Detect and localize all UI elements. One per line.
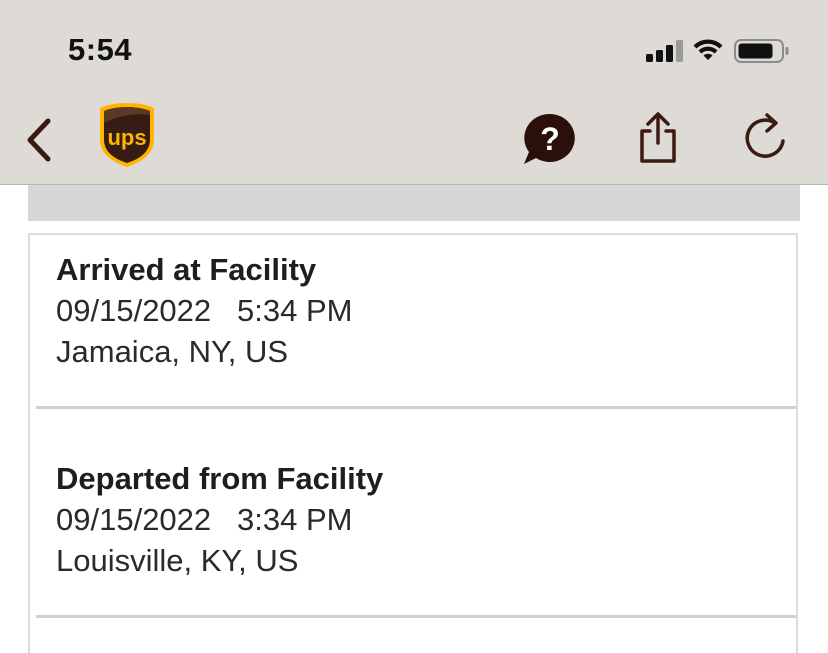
svg-text:?: ? [540,121,560,157]
battery-icon [734,39,789,63]
help-chat-icon[interactable]: ? [520,112,578,166]
status-bar: 5:54 [0,0,828,95]
ups-logo-text: ups [107,125,146,150]
event-datetime: 09/15/2022 3:34 PM [56,502,352,538]
status-time: 5:54 [68,32,133,67]
status-icons [646,36,796,64]
event-time: 5:34 PM [237,293,353,328]
event-status: Departed from Facility [56,461,384,496]
section-band [28,185,800,221]
event-time: 3:34 PM [237,502,353,537]
nav-bar: ups ? [0,95,828,185]
event-location: Jamaica, NY, US [56,334,289,369]
wifi-icon [693,39,723,60]
event-date: 09/15/2022 [56,502,212,537]
divider [36,406,796,409]
event-date: 09/15/2022 [56,293,212,328]
event-status: Arrived at Facility [56,252,317,287]
chevron-left-icon[interactable] [22,117,56,163]
event-datetime: 09/15/2022 5:34 PM [56,293,352,329]
ups-logo: ups [100,103,154,167]
divider [36,615,796,618]
share-icon[interactable] [634,111,682,165]
event-location: Louisville, KY, US [56,543,299,578]
tracking-events-list: Arrived at Facility 09/15/2022 5:34 PM J… [28,233,798,653]
refresh-icon[interactable] [740,111,790,163]
cellular-signal-icon [646,40,683,62]
